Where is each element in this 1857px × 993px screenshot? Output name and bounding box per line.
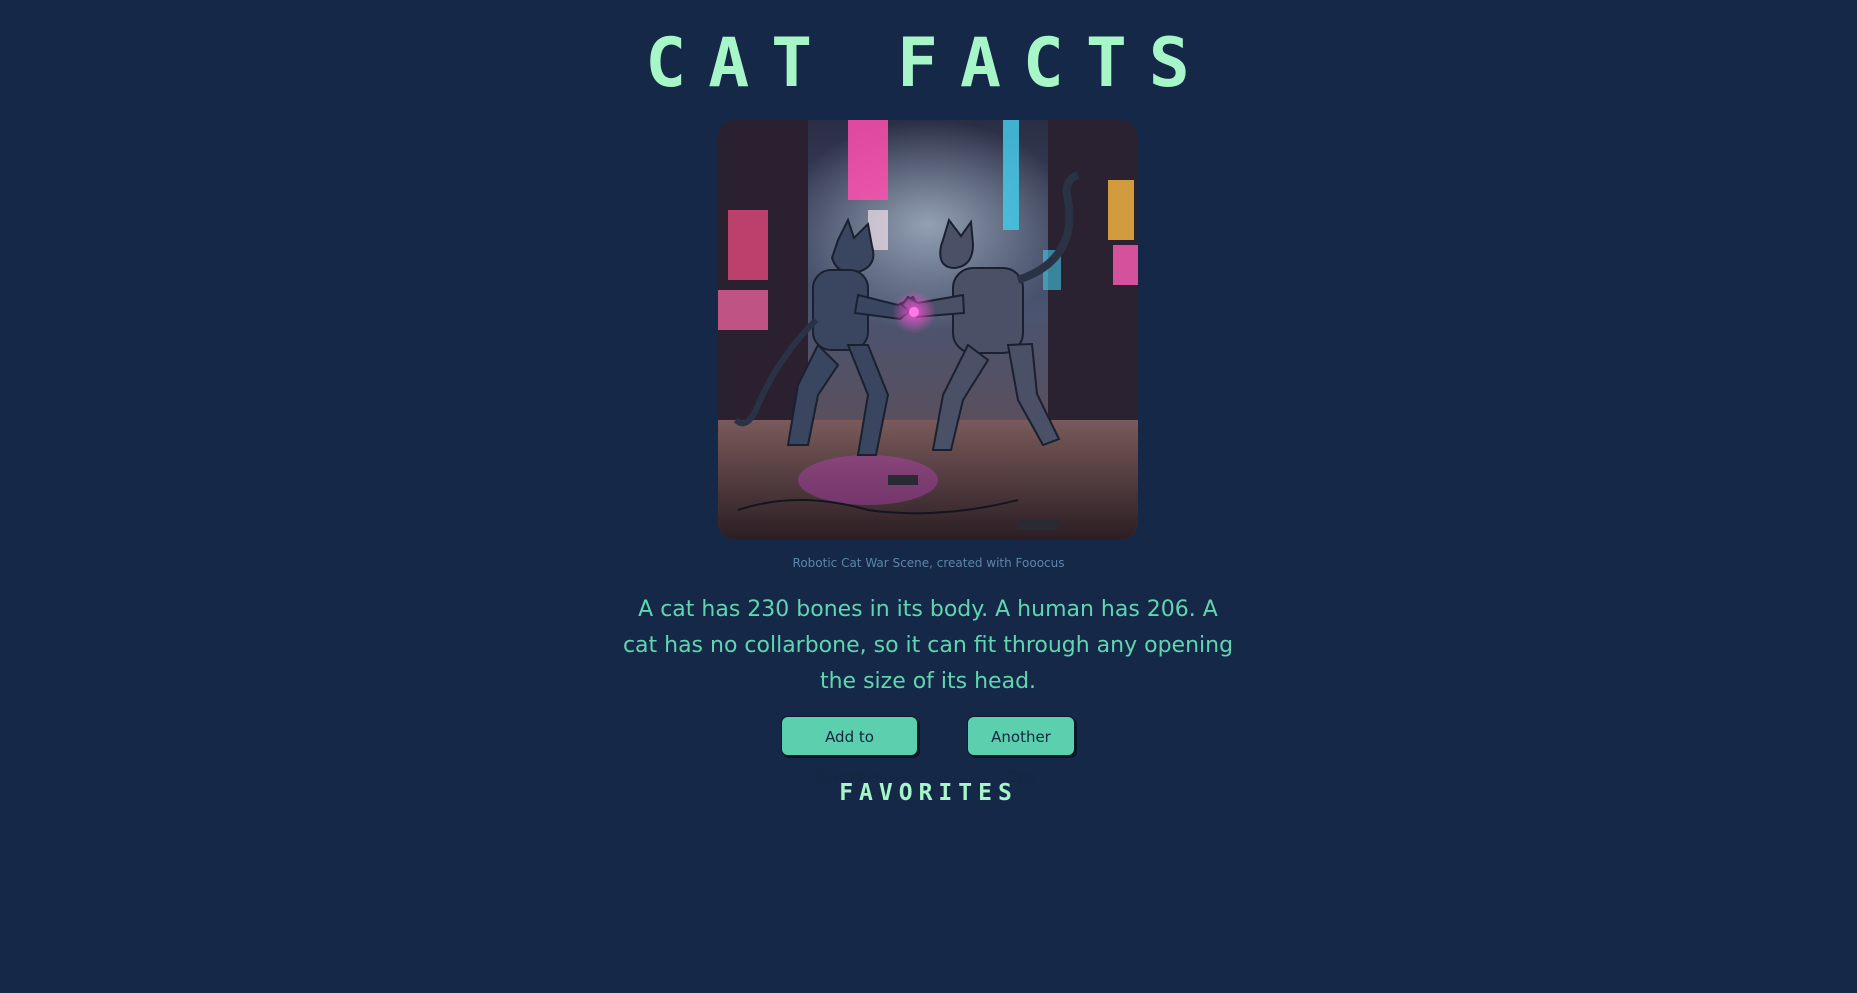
robot-cats-illustration-icon <box>718 120 1138 540</box>
image-caption: Robotic Cat War Scene, created with Fooo… <box>792 556 1065 570</box>
add-to-favorites-button[interactable]: Add to Favorites <box>781 716 918 786</box>
page: CAT FACTS Robotic Cat War Scene, created… <box>0 0 1857 993</box>
another-one-button[interactable]: Another One <box>967 716 1075 786</box>
cat-fact-text: A cat has 230 bones in its body. A human… <box>622 597 1234 694</box>
favorites-list <box>718 820 1138 830</box>
cat-image <box>718 120 1138 540</box>
page-title: CAT FACTS <box>645 24 1212 103</box>
favorites-heading: FAVORITES <box>839 780 1018 806</box>
